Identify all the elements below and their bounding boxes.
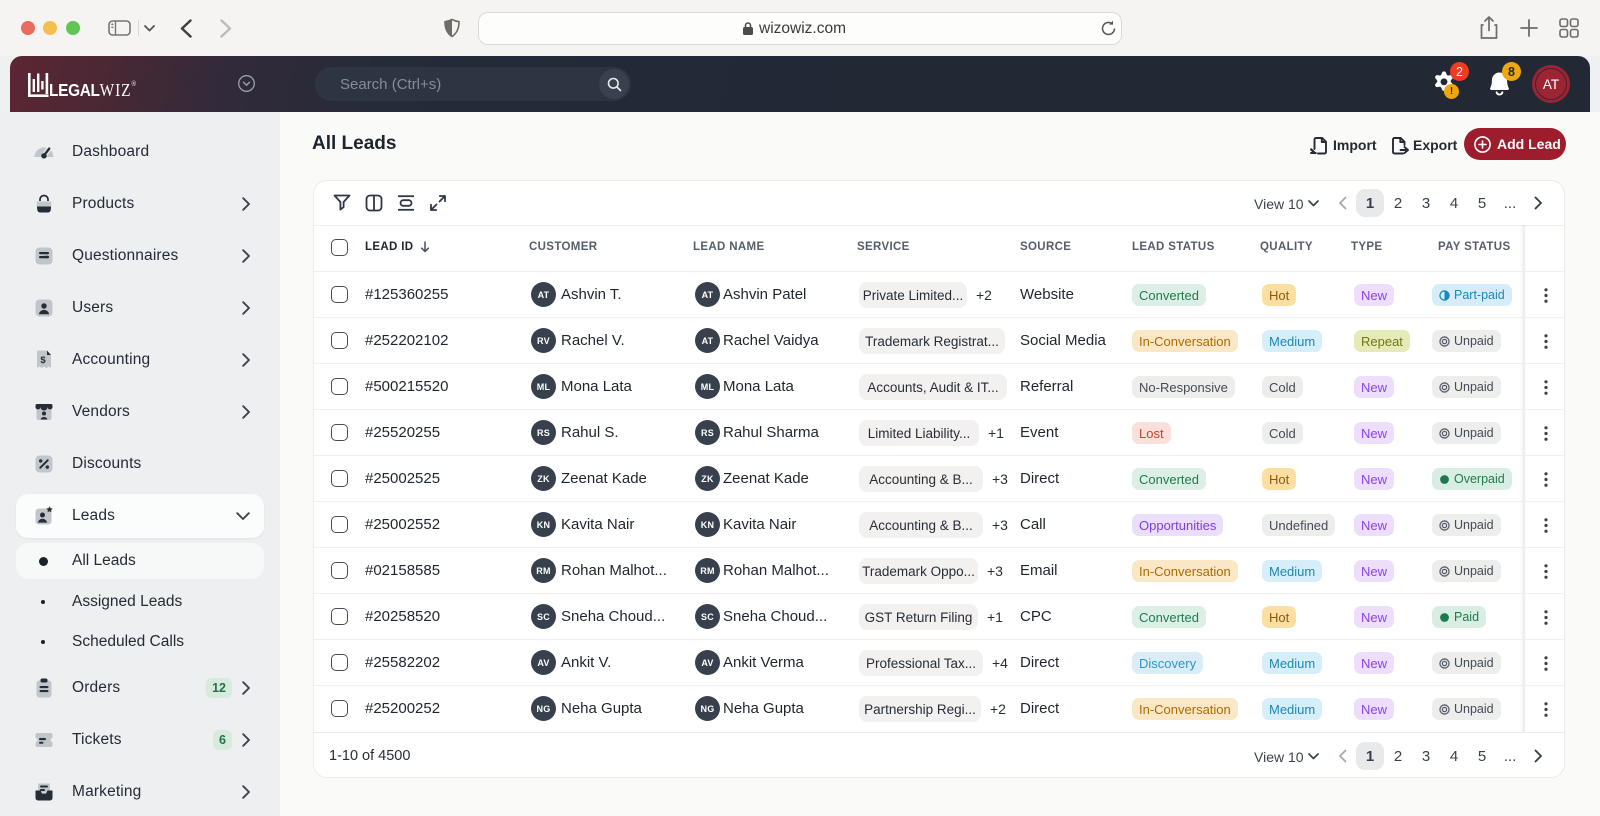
- svg-text:$: $: [40, 355, 46, 366]
